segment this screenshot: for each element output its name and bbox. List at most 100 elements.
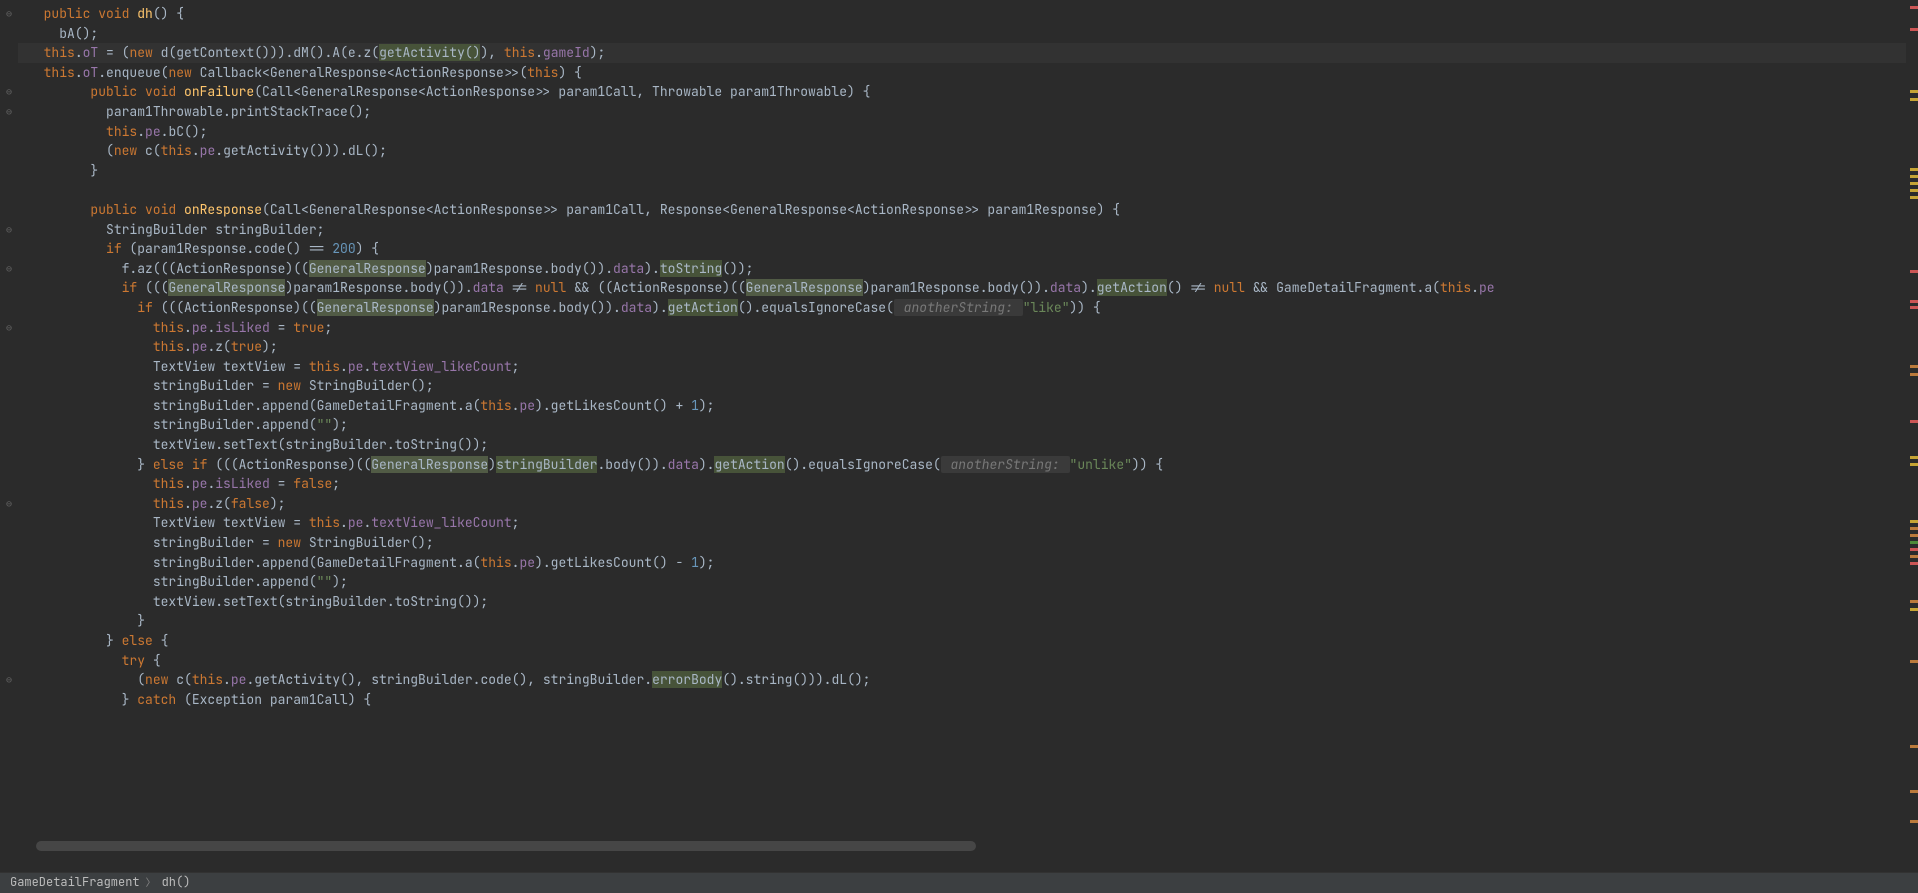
fold-indicator-icon[interactable] [0,474,18,494]
stripe-marker[interactable] [1910,168,1918,171]
fold-indicator-icon[interactable] [0,768,18,788]
stripe-marker[interactable] [1910,745,1918,748]
stripe-marker[interactable] [1910,182,1918,185]
stripe-marker[interactable] [1910,175,1918,178]
fold-indicator-icon[interactable] [0,24,18,44]
fold-indicator-icon[interactable]: ⊖ [0,318,18,338]
code-line[interactable]: public void onFailure(Call<GeneralRespon… [18,82,1918,102]
code-line[interactable]: bA(); [18,24,1918,44]
fold-indicator-icon[interactable] [0,415,18,435]
stripe-marker[interactable] [1910,28,1918,31]
stripe-marker[interactable] [1910,548,1918,551]
fold-indicator-icon[interactable] [0,749,18,769]
breadcrumb-class[interactable]: GameDetailFragment [10,873,140,893]
code-line[interactable]: textView.setText(stringBuilder.toString(… [18,435,1918,455]
fold-indicator-icon[interactable]: ⊖ [0,4,18,24]
code-line[interactable]: public void onResponse(Call<GeneralRespo… [18,200,1918,220]
fold-indicator-icon[interactable] [0,63,18,83]
stripe-marker[interactable] [1910,300,1918,303]
fold-indicator-icon[interactable] [0,513,18,533]
fold-indicator-icon[interactable] [0,337,18,357]
fold-indicator-icon[interactable] [0,631,18,651]
fold-indicator-icon[interactable] [0,709,18,729]
stripe-marker[interactable] [1910,365,1918,368]
fold-indicator-icon[interactable] [0,43,18,63]
gutter[interactable]: ⊖⊖⊖⊖⊖⊖⊖⊖ [0,0,18,872]
fold-indicator-icon[interactable] [0,141,18,161]
fold-indicator-icon[interactable] [0,278,18,298]
fold-indicator-icon[interactable]: ⊖ [0,259,18,279]
code-line[interactable]: this.pe.z(true); [18,337,1918,357]
code-line[interactable]: stringBuilder = new StringBuilder(); [18,533,1918,553]
code-line[interactable]: stringBuilder.append(GameDetailFragment.… [18,396,1918,416]
code-line[interactable]: stringBuilder.append(""); [18,415,1918,435]
fold-indicator-icon[interactable] [0,298,18,318]
fold-indicator-icon[interactable]: ⊖ [0,494,18,514]
fold-indicator-icon[interactable] [0,592,18,612]
stripe-marker[interactable] [1910,527,1918,530]
stripe-marker[interactable] [1910,373,1918,376]
stripe-marker[interactable] [1910,90,1918,93]
code-line[interactable]: } else { [18,631,1918,651]
fold-indicator-icon[interactable] [0,553,18,573]
code-line[interactable]: (new c(this.pe.getActivity())).dL(); [18,141,1918,161]
code-container[interactable]: public void dh() { bA(); this.oT = (new … [18,0,1918,872]
fold-indicator-icon[interactable] [0,200,18,220]
code-line[interactable]: this.pe.bC(); [18,122,1918,142]
code-line[interactable]: if (((GeneralResponse)param1Response.bod… [18,278,1918,298]
stripe-marker[interactable] [1910,306,1918,309]
code-line[interactable]: this.pe.z(false); [18,494,1918,514]
fold-indicator-icon[interactable] [0,729,18,749]
fold-indicator-icon[interactable] [0,376,18,396]
fold-indicator-icon[interactable]: ⊖ [0,670,18,690]
fold-indicator-icon[interactable]: ⊖ [0,82,18,102]
fold-indicator-icon[interactable] [0,611,18,631]
stripe-marker[interactable] [1910,456,1918,459]
stripe-marker[interactable] [1910,660,1918,663]
code-line[interactable] [18,180,1918,200]
fold-indicator-icon[interactable] [0,533,18,553]
stripe-marker[interactable] [1910,520,1918,523]
stripe-marker[interactable] [1910,420,1918,423]
code-line[interactable]: TextView textView = this.pe.textView_lik… [18,357,1918,377]
breadcrumb-method[interactable]: dh() [162,873,191,893]
code-line[interactable]: } catch (Exception param1Call) { [18,690,1918,710]
fold-indicator-icon[interactable] [0,651,18,671]
code-line[interactable]: } [18,611,1918,631]
stripe-marker[interactable] [1910,541,1918,544]
stripe-marker[interactable] [1910,600,1918,603]
code-line[interactable]: this.pe.isLiked = false; [18,474,1918,494]
stripe-marker[interactable] [1910,196,1918,199]
stripe-marker[interactable] [1910,555,1918,558]
code-line[interactable]: } [18,161,1918,181]
fold-indicator-icon[interactable] [0,357,18,377]
code-line[interactable]: if (((ActionResponse)((GeneralResponse)p… [18,298,1918,318]
code-line[interactable]: this.oT.enqueue(new Callback<GeneralResp… [18,63,1918,83]
code-line[interactable]: param1Throwable.printStackTrace(); [18,102,1918,122]
code-line[interactable]: f.az(((ActionResponse)((GeneralResponse)… [18,259,1918,279]
fold-indicator-icon[interactable] [0,572,18,592]
fold-indicator-icon[interactable]: ⊖ [0,102,18,122]
code-line[interactable]: textView.setText(stringBuilder.toString(… [18,592,1918,612]
code-line[interactable]: StringBuilder stringBuilder; [18,220,1918,240]
code-line[interactable]: if (param1Response.code() == 200) { [18,239,1918,259]
stripe-marker[interactable] [1910,790,1918,793]
error-stripe[interactable] [1906,0,1918,872]
code-line[interactable]: this.oT = (new d(getContext())).dM().A(e… [18,43,1918,63]
code-line[interactable]: (new c(this.pe.getActivity(), stringBuil… [18,670,1918,690]
fold-indicator-icon[interactable] [0,161,18,181]
fold-indicator-icon[interactable] [0,690,18,710]
fold-indicator-icon[interactable] [0,455,18,475]
code-line[interactable]: TextView textView = this.pe.textView_lik… [18,513,1918,533]
stripe-marker[interactable] [1910,608,1918,611]
fold-indicator-icon[interactable] [0,122,18,142]
fold-indicator-icon[interactable]: ⊖ [0,220,18,240]
code-line[interactable]: } else if (((ActionResponse)((GeneralRes… [18,455,1918,475]
fold-indicator-icon[interactable] [0,180,18,200]
stripe-marker[interactable] [1910,270,1918,273]
code-line[interactable]: try { [18,651,1918,671]
code-line[interactable]: stringBuilder.append(GameDetailFragment.… [18,553,1918,573]
stripe-marker[interactable] [1910,189,1918,192]
code-line[interactable]: public void dh() { [18,4,1918,24]
code-line[interactable]: this.pe.isLiked = true; [18,318,1918,338]
